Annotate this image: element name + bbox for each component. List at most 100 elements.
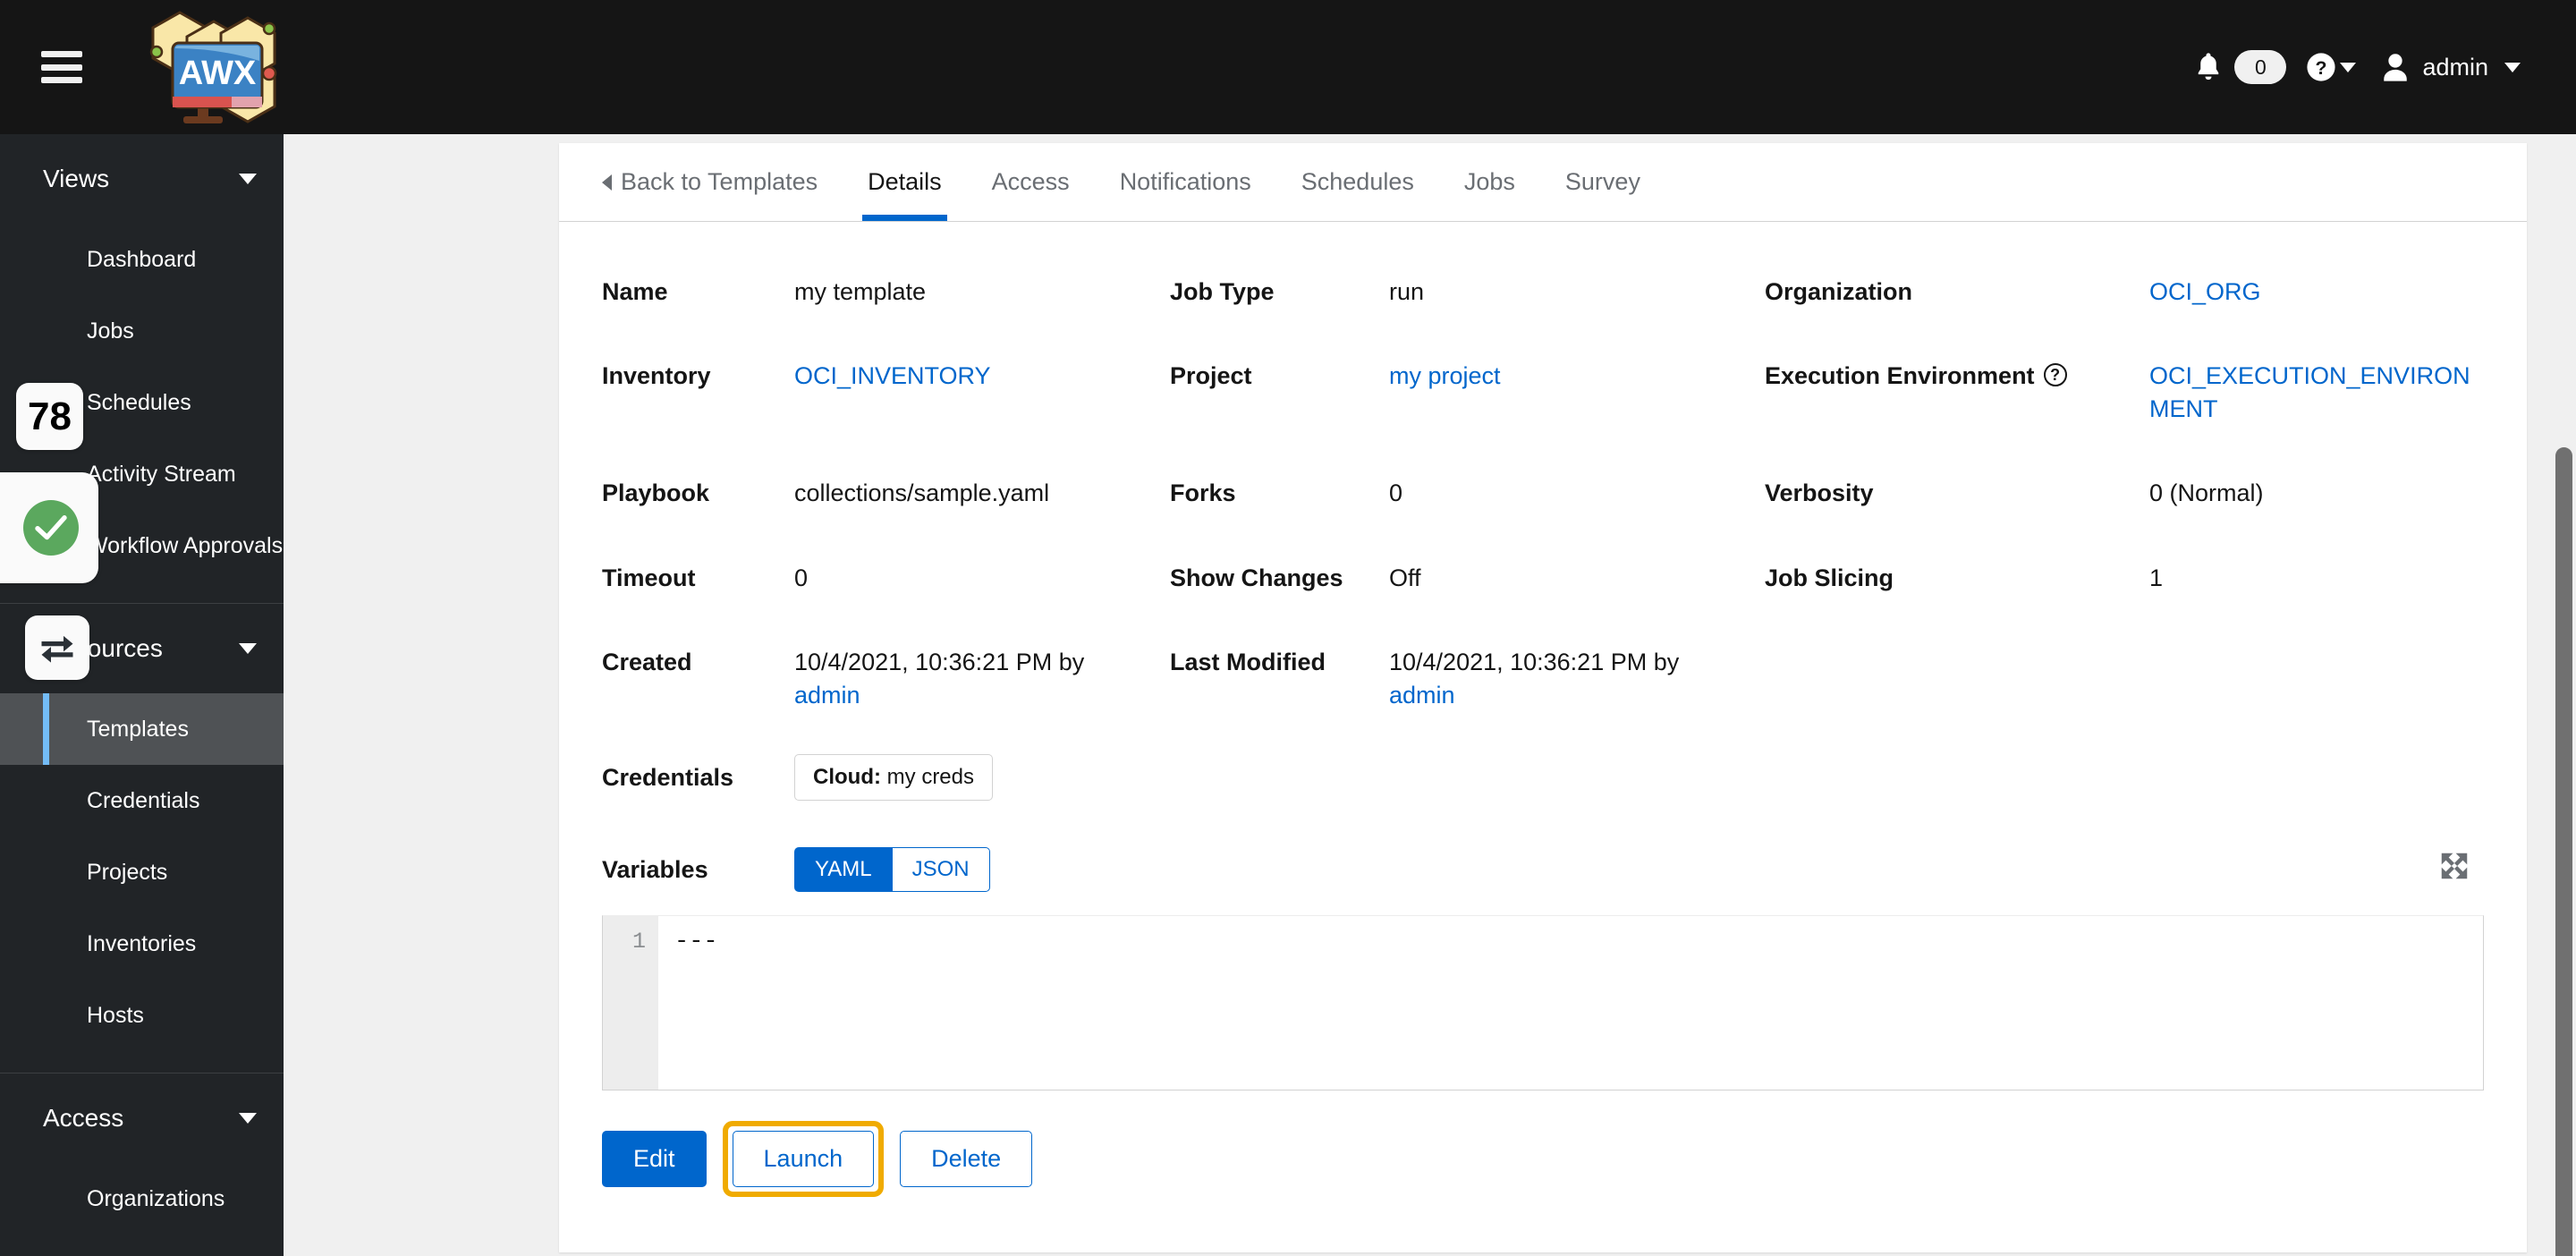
field-value-project-link[interactable]: my project: [1389, 362, 1501, 389]
notifications-button[interactable]: 0: [2182, 0, 2293, 134]
field-label-variables: Variables: [602, 855, 708, 883]
sidebar-item-label: Projects: [87, 859, 168, 885]
back-to-templates-link[interactable]: Back to Templates: [602, 143, 843, 221]
launch-button[interactable]: Launch: [732, 1131, 875, 1188]
status-success-badge: [0, 472, 98, 583]
sidebar-group-title: Access: [43, 1104, 124, 1132]
field-label-verbosity: Verbosity: [1765, 479, 1874, 507]
awx-logo-icon: AWX: [149, 11, 277, 123]
variables-yaml-toggle[interactable]: YAML: [794, 847, 892, 893]
sidebar-item-label: Credentials: [87, 787, 200, 813]
awx-logo[interactable]: AWX: [134, 0, 313, 134]
tab-label: Access: [991, 168, 1070, 195]
template-detail-card: Back to Templates Details Access Notific…: [559, 143, 2527, 1252]
variables-code-editor[interactable]: 1 ---: [602, 915, 2484, 1091]
sidebar-item-dashboard[interactable]: Dashboard: [0, 224, 284, 295]
field-value-spacer: [2149, 630, 2484, 682]
sidebar-group-access[interactable]: Access: [0, 1074, 284, 1163]
field-label-forks: Forks: [1170, 479, 1236, 507]
sidebar-item-label: Templates: [87, 716, 189, 742]
swap-action-badge: [25, 615, 89, 680]
field-value-job-type: run: [1389, 278, 1425, 305]
caret-left-icon: [602, 174, 612, 191]
step-number-badge: 78: [16, 383, 83, 450]
variables-format-toggle: YAML JSON: [794, 847, 990, 893]
awx-application: AWX 0 ? admin Views Dashboard Jobs Sched…: [0, 0, 2576, 1256]
tab-access[interactable]: Access: [967, 143, 1095, 221]
field-label-job-type: Job Type: [1170, 278, 1275, 305]
sidebar-item-label: Dashboard: [87, 246, 197, 272]
field-value-name: my template: [794, 278, 927, 305]
tab-details[interactable]: Details: [843, 143, 967, 221]
delete-button[interactable]: Delete: [900, 1131, 1033, 1188]
caret-down-icon: [2504, 62, 2521, 72]
field-label-job-slicing: Job Slicing: [1765, 564, 1894, 591]
tab-survey[interactable]: Survey: [1540, 143, 1665, 221]
credentials-row: Credentials Cloud: my creds: [559, 754, 2527, 802]
field-value-organization-link[interactable]: OCI_ORG: [2149, 278, 2261, 305]
tab-label: Details: [868, 168, 942, 195]
edit-button[interactable]: Edit: [602, 1131, 707, 1188]
sidebar-group-views[interactable]: Views: [0, 134, 284, 224]
field-value-created-by-link[interactable]: admin: [794, 682, 860, 709]
hamburger-icon[interactable]: [41, 51, 82, 83]
field-label-inventory: Inventory: [602, 362, 711, 390]
sidebar-item-credentials[interactable]: Credentials: [0, 765, 284, 836]
field-value-last-modified-by-link[interactable]: admin: [1389, 682, 1455, 709]
page-scrollbar-track[interactable]: [2551, 134, 2576, 1256]
user-avatar-icon: [2384, 54, 2408, 81]
sidebar-item-projects[interactable]: Projects: [0, 836, 284, 908]
question-circle-icon: ?: [2307, 53, 2336, 81]
hamburger-bar: [41, 77, 82, 83]
green-check-circle-icon: [23, 500, 79, 556]
sidebar-item-templates[interactable]: Templates: [0, 693, 284, 765]
tab-label: Survey: [1564, 168, 1640, 195]
expand-arrows-icon[interactable]: [2437, 849, 2471, 887]
tab-jobs[interactable]: Jobs: [1439, 143, 1540, 221]
svg-text:AWX: AWX: [179, 55, 257, 92]
field-value-playbook: collections/sample.yaml: [794, 479, 1050, 507]
notifications-count-badge: 0: [2234, 50, 2287, 84]
sidebar-item-hosts[interactable]: Hosts: [0, 980, 284, 1051]
chevron-down-icon: [239, 643, 257, 654]
field-label-credentials: Credentials: [602, 763, 734, 791]
credential-chip[interactable]: Cloud: my creds: [794, 754, 994, 802]
field-value-timeout: 0: [794, 564, 809, 591]
field-label-execution-environment: Execution Environment ?: [1765, 344, 2149, 428]
sidebar-group-title: Views: [43, 165, 110, 192]
user-menu[interactable]: admin: [2368, 0, 2533, 134]
sidebar-item-label: Jobs: [87, 318, 134, 344]
field-label-timeout: Timeout: [602, 564, 696, 591]
tab-schedules[interactable]: Schedules: [1276, 143, 1439, 221]
editor-code-content[interactable]: ---: [658, 916, 2483, 1090]
variables-row: Variables YAML JSON: [559, 847, 2527, 893]
field-value-inventory-link[interactable]: OCI_INVENTORY: [794, 362, 991, 389]
sidebar-item-jobs[interactable]: Jobs: [0, 295, 284, 367]
execution-environment-text: Execution Environment: [1765, 362, 2035, 390]
sidebar-item-inventories[interactable]: Inventories: [0, 908, 284, 980]
tab-notifications[interactable]: Notifications: [1095, 143, 1276, 221]
back-link-label: Back to Templates: [621, 168, 818, 195]
field-label-last-modified: Last Modified: [1170, 649, 1326, 676]
credential-chip-type: Cloud:: [813, 765, 881, 790]
editor-line-gutter: 1: [603, 916, 658, 1091]
user-name-label: admin: [2422, 53, 2488, 81]
variables-json-toggle[interactable]: JSON: [891, 847, 990, 893]
chevron-down-icon: [239, 1113, 257, 1124]
caret-down-icon: [2340, 62, 2357, 72]
bell-icon: [2199, 53, 2219, 81]
sidebar-item-label: Hosts: [87, 1002, 144, 1028]
field-label-project: Project: [1170, 362, 1252, 390]
tab-label: Notifications: [1119, 168, 1251, 195]
field-value-last-modified-timestamp: 10/4/2021, 10:36:21 PM by: [1389, 649, 1680, 676]
field-value-execution-environment-link[interactable]: OCI_EXECUTION_ENVIRONMENT: [2149, 362, 2470, 421]
masthead: AWX 0 ? admin: [0, 0, 2576, 134]
page-scrollbar-thumb[interactable]: [2555, 447, 2572, 1256]
svg-text:?: ?: [2316, 57, 2327, 79]
step-number-label: 78: [28, 394, 72, 438]
question-circle-icon[interactable]: ?: [2043, 363, 2067, 387]
help-menu[interactable]: ?: [2293, 0, 2368, 134]
check-icon: [35, 515, 67, 540]
sidebar-item-organizations[interactable]: Organizations: [0, 1163, 284, 1235]
field-value-forks: 0: [1389, 479, 1403, 507]
